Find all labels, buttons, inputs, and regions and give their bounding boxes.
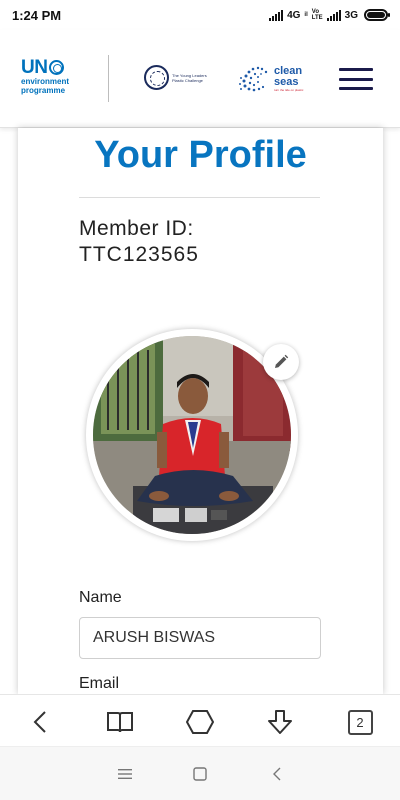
menu-lines-icon [118, 769, 132, 779]
signal-icon-2 [326, 9, 341, 21]
menu-icon [339, 68, 373, 71]
seal-icon [144, 65, 169, 90]
site-header: UN environment programme The Young Leade… [0, 30, 400, 128]
name-label: Name [79, 589, 122, 606]
menu-button[interactable] [339, 68, 373, 90]
browser-toolbar: 2 [0, 694, 400, 746]
profile-photo[interactable] [93, 336, 291, 534]
back-button[interactable] [25, 707, 55, 737]
download-icon [268, 710, 292, 734]
network-sub-label: il [304, 12, 308, 18]
tabs-button[interactable]: 2 [345, 707, 375, 737]
unep-subtitle-line1: environment [21, 77, 70, 86]
status-bar: 1:24 PM 4G il Vo LTE 3G [0, 0, 400, 30]
chevron-left-icon [33, 711, 46, 733]
system-home-button[interactable] [190, 764, 210, 784]
title-divider [79, 197, 320, 198]
member-id-label: Member ID: [79, 217, 194, 240]
signal-icon [269, 9, 284, 21]
cleanseas-logo[interactable]: clean seas turn the tide on plastic [238, 64, 303, 94]
volte-indicator: Vo LTE [311, 9, 323, 21]
name-input[interactable] [79, 617, 321, 659]
battery-icon [364, 9, 390, 21]
network-label-2: 3G [344, 9, 358, 21]
system-back-button[interactable] [267, 764, 287, 784]
profile-photo-illustration [93, 336, 291, 534]
header-divider [108, 55, 109, 102]
tlpc-text: The Young Leaders Plastic Challenge [172, 72, 207, 83]
unep-title: UN [21, 57, 48, 78]
tab-count: 2 [347, 709, 373, 735]
profile-card: Your Profile Member ID: TTC123565 Name A… [18, 128, 383, 694]
unep-subtitle-line2: programme [21, 86, 66, 95]
bookmarks-button[interactable] [105, 707, 135, 737]
wave-icon [239, 66, 268, 92]
system-navigation-bar [0, 746, 400, 800]
book-icon [107, 712, 133, 733]
member-id-value: TTC123565 [79, 243, 199, 266]
email-label: Email [79, 675, 120, 692]
page-title: Your Profile [94, 134, 307, 176]
square-icon [193, 767, 207, 781]
recent-apps-button[interactable] [115, 764, 135, 784]
home-button[interactable] [185, 707, 215, 737]
edit-photo-button[interactable] [263, 344, 299, 380]
un-emblem-icon [49, 60, 65, 75]
status-icons: 4G il Vo LTE 3G [269, 9, 390, 21]
home-icon [186, 710, 214, 734]
back-arrow-icon [273, 767, 281, 781]
pencil-icon [275, 354, 289, 368]
network-label-1: 4G [287, 9, 301, 21]
cleanseas-tagline: turn the tide on plastic [274, 88, 304, 92]
tlpc-logo[interactable]: The Young Leaders Plastic Challenge [144, 65, 208, 90]
cleanseas-line2: seas [274, 76, 299, 88]
download-button[interactable] [265, 707, 295, 737]
unep-logo[interactable]: UN environment programme [21, 58, 91, 95]
status-time: 1:24 PM [12, 7, 62, 23]
